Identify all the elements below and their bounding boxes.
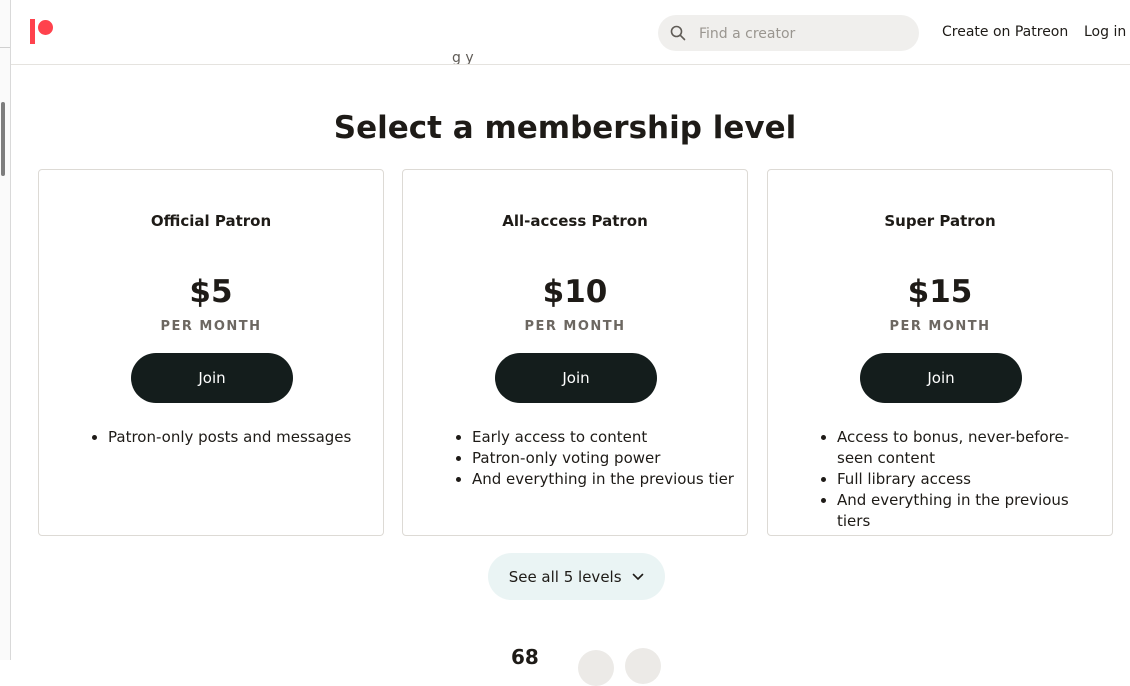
- see-all-label: See all 5 levels: [508, 567, 622, 586]
- tier-period: PER MONTH: [160, 319, 262, 334]
- tier-period: PER MONTH: [524, 319, 626, 334]
- benefit-item: Access to bonus, never-before-seen conte…: [837, 427, 1097, 469]
- benefit-item: Early access to content: [472, 427, 734, 448]
- benefit-item: Full library access: [837, 469, 1097, 490]
- create-on-patreon-link[interactable]: Create on Patreon: [942, 24, 1068, 40]
- benefit-item: Patron-only voting power: [472, 448, 734, 469]
- benefit-list: Access to bonus, never-before-seen conte…: [818, 427, 1097, 532]
- bottom-stat-number: 68: [511, 645, 539, 669]
- login-link[interactable]: Log in: [1084, 24, 1126, 40]
- tier-name: Official Patron: [150, 212, 272, 230]
- tier-period: PER MONTH: [889, 319, 991, 334]
- search-box[interactable]: [658, 15, 919, 51]
- join-button[interactable]: Join: [495, 353, 657, 403]
- tier-card-all-access-patron: All-access Patron $10 PER MONTH Join Ear…: [402, 169, 748, 536]
- bottom-circle-button[interactable]: [625, 648, 661, 684]
- patreon-logo[interactable]: [30, 19, 56, 45]
- logo-bar: [30, 19, 35, 44]
- benefit-item: And everything in the previous tier: [472, 469, 734, 490]
- tier-card-super-patron: Super Patron $15 PER MONTH Join Access t…: [767, 169, 1113, 536]
- tier-name: Super Patron: [884, 212, 996, 230]
- benefit-list: Patron-only posts and messages: [89, 427, 351, 448]
- benefit-item: Patron-only posts and messages: [108, 427, 351, 448]
- logo-dot: [38, 20, 53, 35]
- strip-divider: [0, 47, 10, 48]
- chevron-down-icon: [633, 573, 644, 580]
- clipped-text: g y: [452, 50, 474, 64]
- bottom-circle-button[interactable]: [578, 650, 614, 686]
- tier-price: $10: [542, 274, 608, 310]
- page-title: Select a membership level: [333, 110, 797, 146]
- tier-name: All-access Patron: [502, 212, 648, 230]
- tier-card-official-patron: Official Patron $5 PER MONTH Join Patron…: [38, 169, 384, 536]
- see-all-levels-button[interactable]: See all 5 levels: [488, 553, 665, 600]
- browser-left-strip: [0, 0, 11, 660]
- benefit-item: And everything in the previous tiers: [837, 490, 1097, 532]
- join-button[interactable]: Join: [131, 353, 293, 403]
- benefit-list: Early access to content Patron-only voti…: [453, 427, 734, 490]
- join-button[interactable]: Join: [860, 353, 1022, 403]
- tier-price: $5: [189, 274, 233, 310]
- search-icon: [670, 25, 686, 41]
- tier-price: $15: [907, 274, 973, 310]
- search-input[interactable]: [697, 23, 901, 45]
- site-header: Create on Patreon Log in: [11, 0, 1130, 65]
